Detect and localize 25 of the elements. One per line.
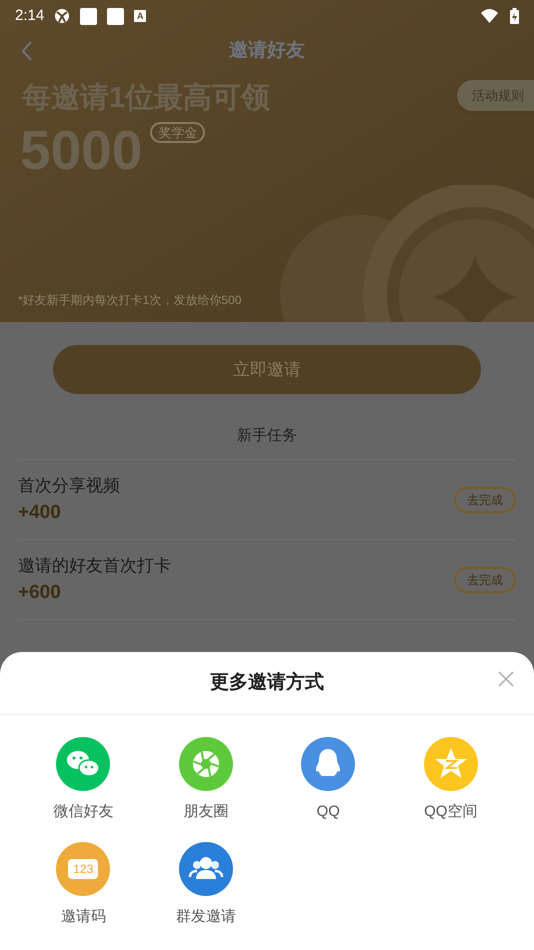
close-icon[interactable] (498, 671, 514, 687)
task-reward: +600 (18, 580, 62, 604)
wifi-icon (481, 9, 498, 23)
aperture-icon (54, 8, 70, 24)
share-option[interactable]: QQ空间 (390, 737, 512, 824)
notification-icon: A (134, 10, 146, 22)
share-option[interactable]: 123 邀请码 (22, 842, 144, 928)
share-option[interactable]: 微信好友 (22, 737, 144, 824)
clock-time: 2:14 (15, 6, 44, 26)
share-option[interactable]: 朋友圈 (144, 737, 267, 824)
page-title: 邀请好友 (229, 38, 305, 63)
task-name: 邀请的好友首次打卡 (18, 554, 171, 576)
battery-icon (510, 8, 519, 24)
share-option[interactable]: QQ (267, 737, 390, 824)
sheet-title: 更多邀请方式 (210, 670, 324, 695)
notification-icon (107, 8, 124, 24)
task-reward: +400 (18, 500, 62, 524)
notification-icon (80, 8, 98, 24)
share-option[interactable]: 群发邀请 (144, 842, 267, 928)
hero-footnote: *好友新手期内每次打卡1次，发放给你500 (18, 292, 242, 309)
task-name: 首次分享视频 (18, 474, 120, 496)
section-title: 新手任务 (237, 426, 297, 446)
ticket-icon: 123 (56, 842, 110, 896)
reward-tag: 奖学金 (150, 122, 206, 143)
back-icon[interactable] (20, 40, 34, 62)
